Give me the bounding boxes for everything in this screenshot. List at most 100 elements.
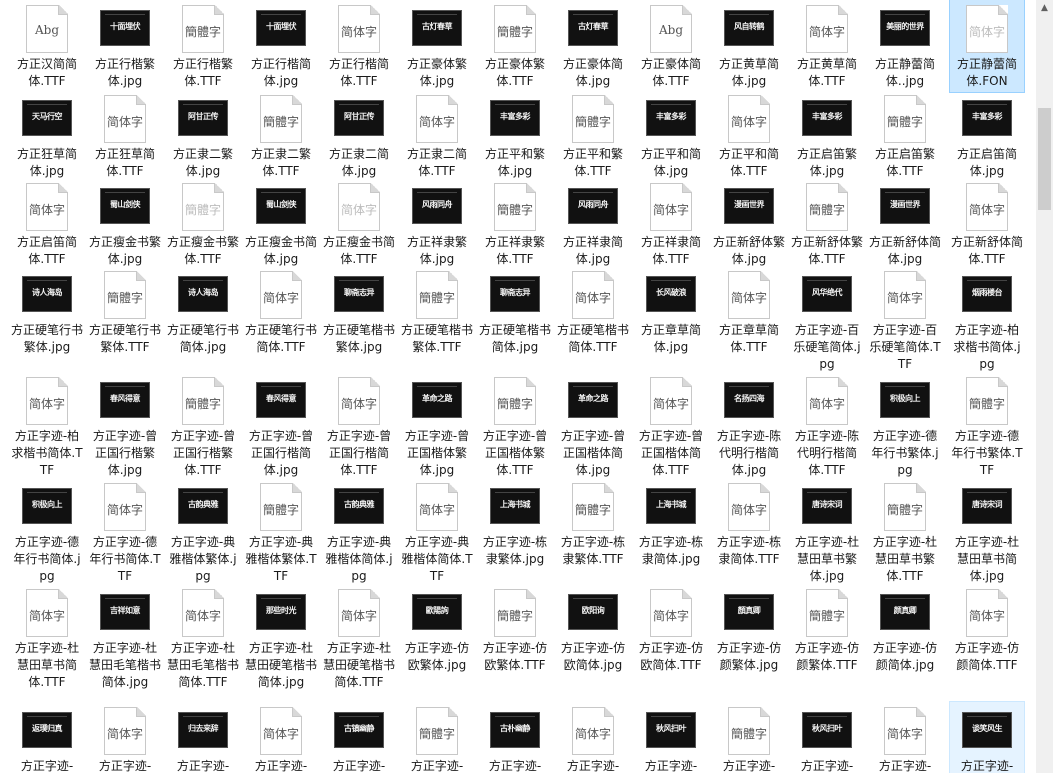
file-item[interactable]: 漫画世界 方正新舒体繁体.jpg: [712, 178, 786, 270]
file-item[interactable]: 簡體字 方正新舒体繁体.TTF: [790, 178, 864, 270]
file-item[interactable]: 聊斋志异 方正硬笔楷书繁体.jpg: [322, 266, 396, 358]
scroll-up-icon[interactable]: ▲: [1036, 0, 1053, 17]
file-item[interactable]: 秋风扫叶 方正字迹-: [790, 702, 864, 773]
file-item[interactable]: 簡體字 方正字迹-: [400, 702, 474, 773]
file-item[interactable]: 积极向上 方正字迹-德年行书简体.jpg: [10, 478, 84, 587]
file-item[interactable]: 簡體字 方正字迹-栋隶繁体.TTF: [556, 478, 630, 570]
file-item[interactable]: 秋风扫叶 方正字迹-: [634, 702, 708, 773]
file-item[interactable]: Abg 方正汉简简体.TTF: [10, 0, 84, 92]
file-item[interactable]: 簡體字 方正字迹-典雅楷体繁体.TTF: [244, 478, 318, 587]
file-item[interactable]: 簡體字 方正字迹-德年行书繁体.TTF: [950, 372, 1024, 481]
file-item[interactable]: 简体字 方正黄草简体.TTF: [790, 0, 864, 92]
file-item[interactable]: 简体字 方正字迹-德年行书简体.TTF: [88, 478, 162, 587]
file-item[interactable]: 簡體字 方正硬笔行书繁体.TTF: [88, 266, 162, 358]
file-item[interactable]: 十面埋伏 方正行楷繁体.jpg: [88, 0, 162, 92]
file-item[interactable]: 簡體字 方正字迹-仿颜繁体.TTF: [790, 584, 864, 676]
file-item[interactable]: 积极向上 方正字迹-德年行书繁体.jpg: [868, 372, 942, 481]
file-item[interactable]: 丰富多彩 方正平和简体.jpg: [634, 90, 708, 182]
file-item[interactable]: 簡體字 方正行楷繁体.TTF: [166, 0, 240, 92]
file-item[interactable]: 那些时光 方正字迹-杜慧田硬笔楷书简体.jpg: [244, 584, 318, 693]
file-item[interactable]: 简体字 方正字迹-曾正国楷体简体.TTF: [634, 372, 708, 481]
file-item[interactable]: 簡體字 方正硬笔楷书繁体.TTF: [400, 266, 474, 358]
file-item[interactable]: 春风得意 方正字迹-曾正国行楷繁体.jpg: [88, 372, 162, 481]
file-item[interactable]: 简体字 方正字迹-: [88, 702, 162, 773]
file-item[interactable]: 欧阳询 方正字迹-仿欧简体.jpg: [556, 584, 630, 676]
file-item[interactable]: 简体字 方正静蕾简体.FON: [949, 0, 1025, 93]
file-item[interactable]: 丰富多彩 方正启笛简体.jpg: [950, 90, 1024, 182]
file-item[interactable]: 古韵典雅 方正字迹-典雅楷体简体.jpg: [322, 478, 396, 587]
file-item[interactable]: 简体字 方正行楷简体.TTF: [322, 0, 396, 92]
vertical-scrollbar[interactable]: ▲: [1036, 0, 1053, 773]
file-grid[interactable]: Abg 方正汉简简体.TTF 十面埋伏 方正行楷繁体.jpg 簡體字 方正行楷繁体.TTF…: [0, 0, 1036, 773]
file-item[interactable]: 风华绝代 方正字迹-百乐硬笔简体.jpg: [790, 266, 864, 375]
file-item[interactable]: 简体字 方正字迹-杜慧田硬笔楷书简体.TTF: [322, 584, 396, 693]
file-item[interactable]: 风雨同舟 方正祥隶繁体.jpg: [400, 178, 474, 270]
file-item[interactable]: 蜀山剑侠 方正瘦金书简体.jpg: [244, 178, 318, 270]
file-item[interactable]: 阿甘正传 方正隶二繁体.jpg: [166, 90, 240, 182]
file-item[interactable]: 上海书城 方正字迹-栋隶繁体.jpg: [478, 478, 552, 570]
file-item[interactable]: 唐诗宋词 方正字迹-杜慧田草书繁体.jpg: [790, 478, 864, 587]
file-item[interactable]: 簡體字 方正平和繁体.TTF: [556, 90, 630, 182]
file-item[interactable]: 诗人海岛 方正硬笔行书简体.jpg: [166, 266, 240, 358]
file-item[interactable]: 诗人海岛 方正硬笔行书繁体.jpg: [10, 266, 84, 358]
file-item[interactable]: 簡體字 方正豪体繁体.TTF: [478, 0, 552, 92]
file-item[interactable]: 蜀山剑侠 方正瘦金书繁体.jpg: [88, 178, 162, 270]
file-item[interactable]: 簡體字 方正瘦金书繁体.TTF: [166, 178, 240, 270]
file-item[interactable]: 阿甘正传 方正隶二简体.jpg: [322, 90, 396, 182]
file-item[interactable]: 上海书城 方正字迹-栋隶简体.jpg: [634, 478, 708, 570]
file-item[interactable]: 古韵典雅 方正字迹-典雅楷体繁体.jpg: [166, 478, 240, 587]
file-item[interactable]: 归去来辞 方正字迹-: [166, 702, 240, 773]
file-item[interactable]: 古镇幽静 方正字迹-: [322, 702, 396, 773]
file-item[interactable]: 簡體字 方正字迹-仿欧繁体.TTF: [478, 584, 552, 676]
file-item[interactable]: 简体字 方正隶二简体.TTF: [400, 90, 474, 182]
scroll-thumb[interactable]: [1038, 108, 1051, 210]
file-item[interactable]: 简体字 方正硬笔行书简体.TTF: [244, 266, 318, 358]
file-item[interactable]: 古灯春草 方正豪体简体.jpg: [556, 0, 630, 92]
file-item[interactable]: 簡體字 方正字迹-曾正国楷体繁体.TTF: [478, 372, 552, 481]
file-item[interactable]: 唐诗宋词 方正字迹-杜慧田草书简体.jpg: [950, 478, 1024, 587]
file-item[interactable]: 简体字 方正瘦金书简体.TTF: [322, 178, 396, 270]
file-item[interactable]: 简体字 方正启笛简体.TTF: [10, 178, 84, 270]
file-item[interactable]: 简体字 方正字迹-: [556, 702, 630, 773]
file-item[interactable]: 聊斋志异 方正硬笔楷书简体.jpg: [478, 266, 552, 358]
file-item[interactable]: 丰富多彩 方正启笛繁体.jpg: [790, 90, 864, 182]
file-item[interactable]: 歐陽詢 方正字迹-仿欧繁体.jpg: [400, 584, 474, 676]
file-item[interactable]: 风雨同舟 方正祥隶简体.jpg: [556, 178, 630, 270]
file-item[interactable]: 返璞归真 方正字迹-: [10, 702, 84, 773]
file-item[interactable]: 簡體字 方正隶二繁体.TTF: [244, 90, 318, 182]
file-item[interactable]: 十面埋伏 方正行楷简体.jpg: [244, 0, 318, 92]
file-item[interactable]: 簡體字 方正字迹-: [712, 702, 786, 773]
file-item[interactable]: 简体字 方正狂草简体.TTF: [88, 90, 162, 182]
file-item[interactable]: 天马行空 方正狂草简体.jpg: [10, 90, 84, 182]
file-item[interactable]: 烟雨楼台 方正字迹-柏求楷书简体.jpg: [950, 266, 1024, 375]
file-item[interactable]: 简体字 方正字迹-: [868, 702, 942, 773]
file-item[interactable]: 春风得意 方正字迹-曾正国行楷简体.jpg: [244, 372, 318, 481]
file-item[interactable]: 简体字 方正章草简体.TTF: [712, 266, 786, 358]
file-item[interactable]: 简体字 方正硬笔楷书简体.TTF: [556, 266, 630, 358]
file-item[interactable]: Abg 方正豪体简体.TTF: [634, 0, 708, 92]
file-item[interactable]: 簡體字 方正启笛繁体.TTF: [868, 90, 942, 182]
file-item[interactable]: 簡體字 方正字迹-杜慧田草书繁体.TTF: [868, 478, 942, 587]
file-item[interactable]: 简体字 方正字迹-杜慧田毛笔楷书简体.TTF: [166, 584, 240, 693]
file-item[interactable]: 长风破浪 方正章草简体.jpg: [634, 266, 708, 358]
file-item[interactable]: 革命之路 方正字迹-曾正国楷体简体.jpg: [556, 372, 630, 481]
file-item[interactable]: 革命之路 方正字迹-曾正国楷体繁体.jpg: [400, 372, 474, 481]
file-item[interactable]: 简体字 方正字迹-杜慧田草书简体.TTF: [10, 584, 84, 693]
file-item[interactable]: 名扬四海 方正字迹-陈代明行楷简体.jpg: [712, 372, 786, 481]
file-item[interactable]: 简体字 方正字迹-柏求楷书简体.TTF: [10, 372, 84, 481]
file-item[interactable]: 谈笑风生 方正字迹-: [949, 701, 1025, 773]
file-item[interactable]: 簡體字 方正字迹-曾正国行楷繁体.TTF: [166, 372, 240, 481]
file-item[interactable]: 颜真卿 方正字迹-仿颜简体.jpg: [868, 584, 942, 676]
file-item[interactable]: 简体字 方正字迹-仿颜简体.TTF: [950, 584, 1024, 676]
file-item[interactable]: 顏真卿 方正字迹-仿颜繁体.jpg: [712, 584, 786, 676]
file-item[interactable]: 丰富多彩 方正平和繁体.jpg: [478, 90, 552, 182]
file-item[interactable]: 古朴幽静 方正字迹-: [478, 702, 552, 773]
file-item[interactable]: 简体字 方正字迹-: [244, 702, 318, 773]
file-item[interactable]: 简体字 方正祥隶简体.TTF: [634, 178, 708, 270]
file-item[interactable]: 簡體字 方正祥隶繁体.TTF: [478, 178, 552, 270]
file-item[interactable]: 美丽的世界 方正静蕾简体..jpg: [868, 0, 942, 92]
file-item[interactable]: 简体字 方正平和简体.TTF: [712, 90, 786, 182]
file-item[interactable]: 简体字 方正字迹-仿欧简体.TTF: [634, 584, 708, 676]
file-item[interactable]: 简体字 方正字迹-曾正国行楷简体.TTF: [322, 372, 396, 481]
file-item[interactable]: 简体字 方正新舒体简体.TTF: [950, 178, 1024, 270]
